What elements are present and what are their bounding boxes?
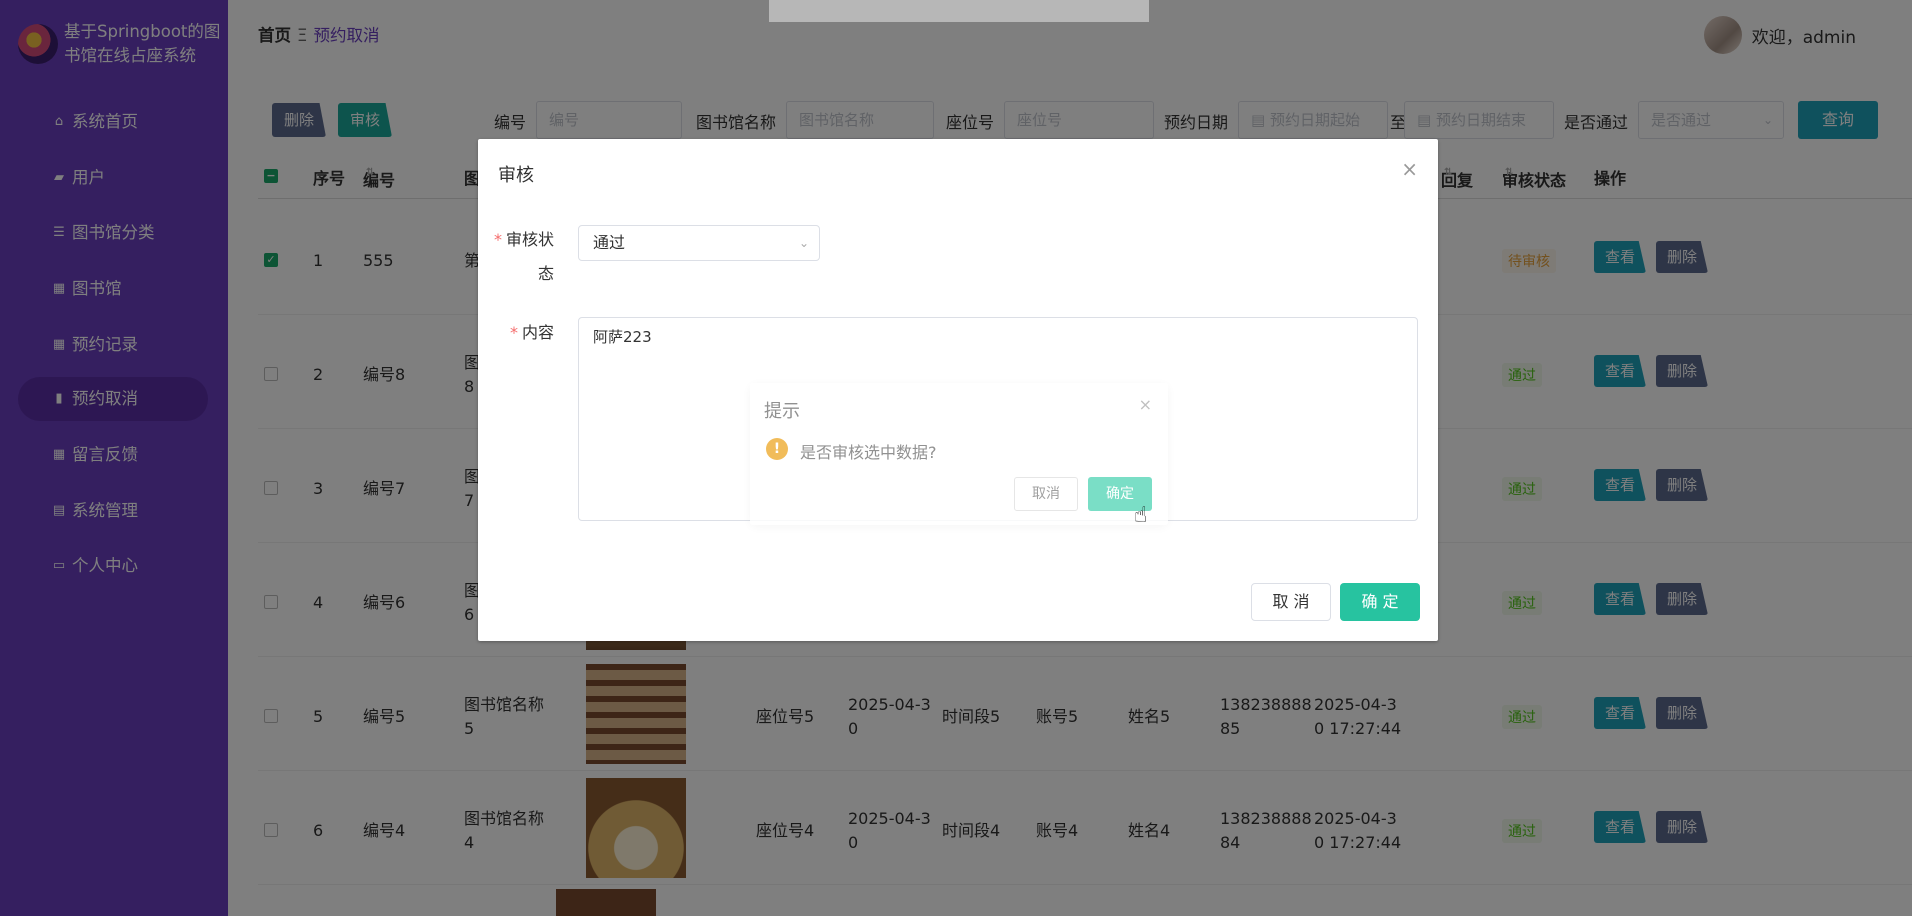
close-icon[interactable]: × — [1139, 395, 1152, 414]
required-mark: * — [509, 323, 518, 342]
status-label: * 审核状 态 — [484, 223, 554, 291]
pointer-cursor-icon: ☝ — [1134, 503, 1148, 528]
status-select[interactable]: 通过 ⌄ — [578, 225, 820, 261]
content-label-text: 内容 — [521, 323, 554, 342]
confirm-messagebox: 提示 × ! 是否审核选中数据? 取消 确定 — [750, 383, 1168, 525]
messagebox-cancel-button[interactable]: 取消 — [1014, 477, 1078, 511]
warning-icon: ! — [766, 438, 788, 460]
messagebox-title: 提示 — [764, 401, 800, 422]
messagebox-message: 是否审核选中数据? — [800, 443, 937, 462]
status-select-value: 通过 — [593, 233, 626, 252]
top-notification-placeholder — [769, 0, 1149, 22]
dialog-confirm-button[interactable]: 确 定 — [1340, 583, 1420, 621]
dialog-cancel-button[interactable]: 取 消 — [1251, 583, 1331, 621]
content-label: * 内容 — [484, 315, 554, 351]
status-label-text: 审核状 态 — [505, 230, 554, 283]
required-mark: * — [493, 230, 502, 249]
dialog-title: 审核 — [498, 165, 534, 186]
chevron-down-icon: ⌄ — [798, 236, 809, 250]
close-icon[interactable]: × — [1401, 157, 1418, 181]
